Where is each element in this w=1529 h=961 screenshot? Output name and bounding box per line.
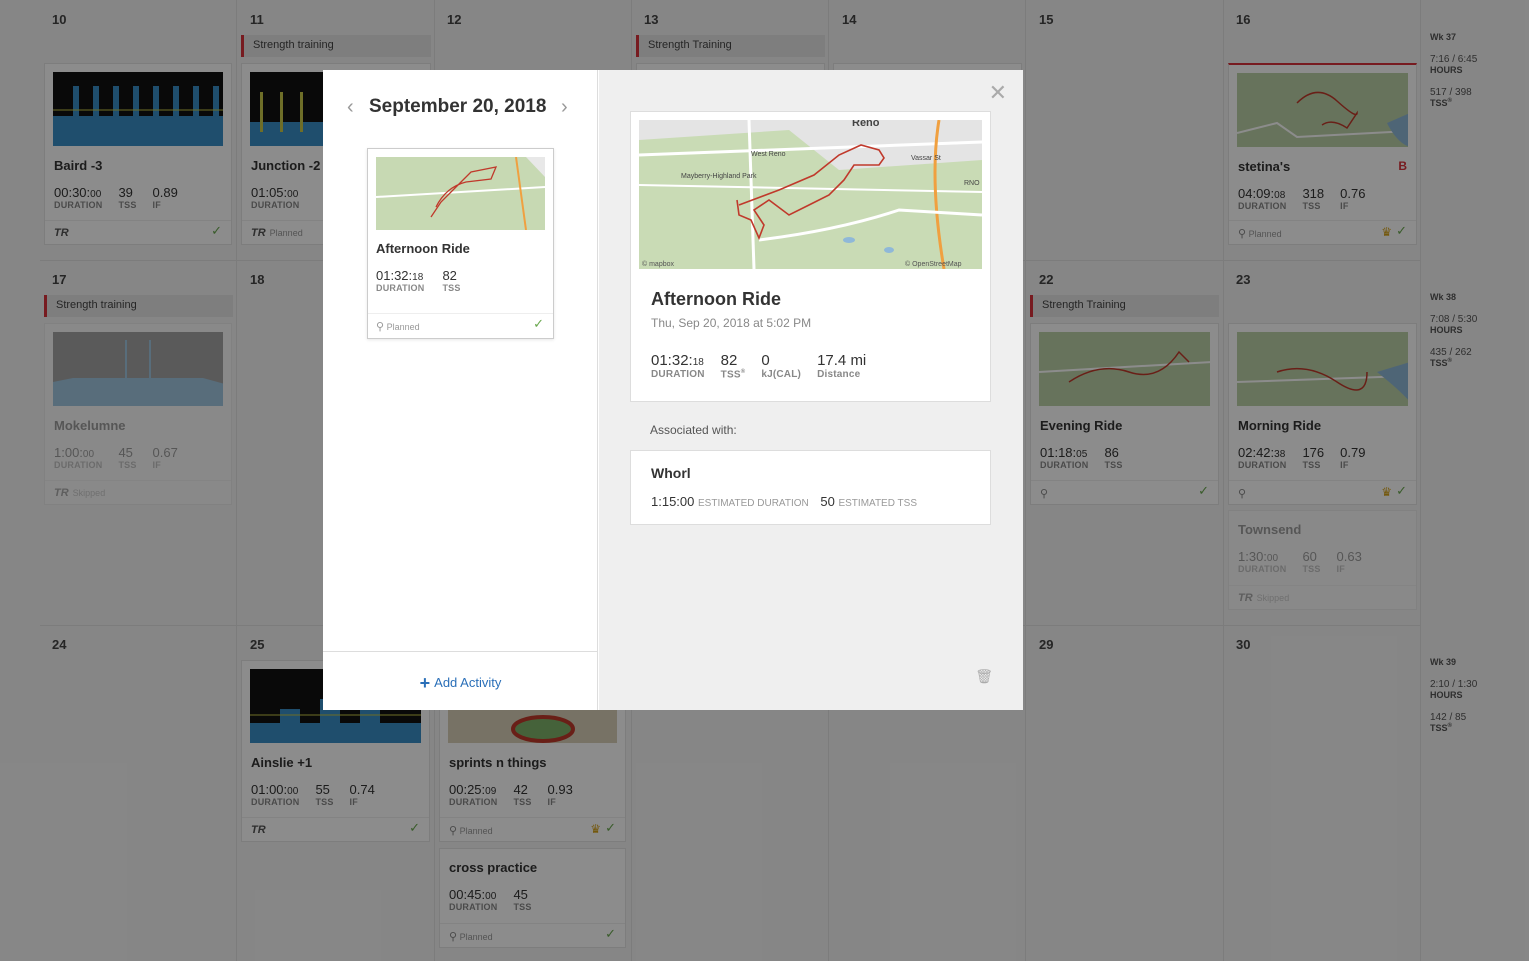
add-activity-label: Add Activity: [434, 675, 502, 690]
tss-label: TSS: [442, 283, 461, 293]
activity-title: Afternoon Ride: [376, 241, 470, 256]
distance-value: 17.4 mi: [817, 352, 867, 369]
activity-title: Afternoon Ride: [651, 289, 781, 309]
map-label: West Reno: [751, 151, 786, 158]
est-duration-value: 1:15:00: [651, 494, 695, 509]
add-activity-button[interactable]: + Add Activity: [323, 651, 598, 710]
close-icon[interactable]: ✕: [989, 80, 1007, 106]
associated-label: Associated with:: [650, 423, 737, 437]
associated-workout[interactable]: Whorl 1:15:00 ESTIMATED DURATION 50 ESTI…: [630, 450, 991, 525]
tss-value: 82: [720, 352, 738, 369]
activity-datetime: Thu, Sep 20, 2018 at 5:02 PM: [651, 316, 812, 330]
tss-label: TSS: [720, 369, 741, 381]
kj-value: 0: [761, 352, 770, 369]
map-label: Reno: [852, 120, 880, 129]
duration-label: DURATION: [651, 369, 705, 380]
duration-label: DURATION: [376, 283, 425, 293]
check-icon: ✓: [533, 316, 544, 331]
chevron-right-icon[interactable]: ›: [561, 96, 568, 119]
distance-label: Distance: [817, 369, 861, 380]
tss-value: 82: [442, 268, 457, 283]
day-panel: ‹ September 20, 2018 › Afternoon Ride 01…: [323, 70, 598, 710]
activity-detail-panel: ✕ Reno West Reno Vassar St Mayberry-High…: [599, 70, 1023, 710]
associated-name: Whorl: [651, 465, 691, 481]
status-label: Planned: [386, 322, 420, 332]
activity-detail-card: Reno West Reno Vassar St Mayberry-Highla…: [630, 111, 991, 402]
duration-value: 01:32:: [651, 352, 693, 369]
kj-label: kJ(CAL): [761, 369, 802, 380]
map-label: Vassar St: [911, 155, 941, 162]
est-duration-label: ESTIMATED DURATION: [698, 498, 809, 509]
day-modal: ‹ September 20, 2018 › Afternoon Ride 01…: [323, 70, 1023, 710]
activity-card-selected[interactable]: Afternoon Ride 01:32:18 DURATION 82 TSS ⚲ …: [367, 148, 554, 339]
bike-icon: ⚲: [376, 321, 385, 333]
duration-seconds: 18: [692, 357, 704, 368]
plus-icon: +: [419, 673, 431, 693]
map-label: Mayberry-Highland Park: [681, 173, 757, 180]
chevron-left-icon[interactable]: ‹: [347, 96, 354, 119]
est-tss-value: 50: [820, 494, 835, 509]
route-map[interactable]: Reno West Reno Vassar St Mayberry-Highla…: [639, 120, 982, 269]
map-attribution: © OpenStreetMap: [905, 260, 962, 268]
map-attribution: © mapbox: [642, 260, 675, 268]
route-map: [376, 157, 545, 230]
trash-icon[interactable]: 🗑: [975, 668, 993, 685]
est-tss-label: ESTIMATED TSS: [838, 498, 917, 509]
modal-date: September 20, 2018: [369, 96, 547, 117]
duration-seconds: 18: [412, 272, 424, 283]
map-label: RNO: [964, 180, 980, 187]
duration-value: 01:32:: [376, 268, 413, 283]
